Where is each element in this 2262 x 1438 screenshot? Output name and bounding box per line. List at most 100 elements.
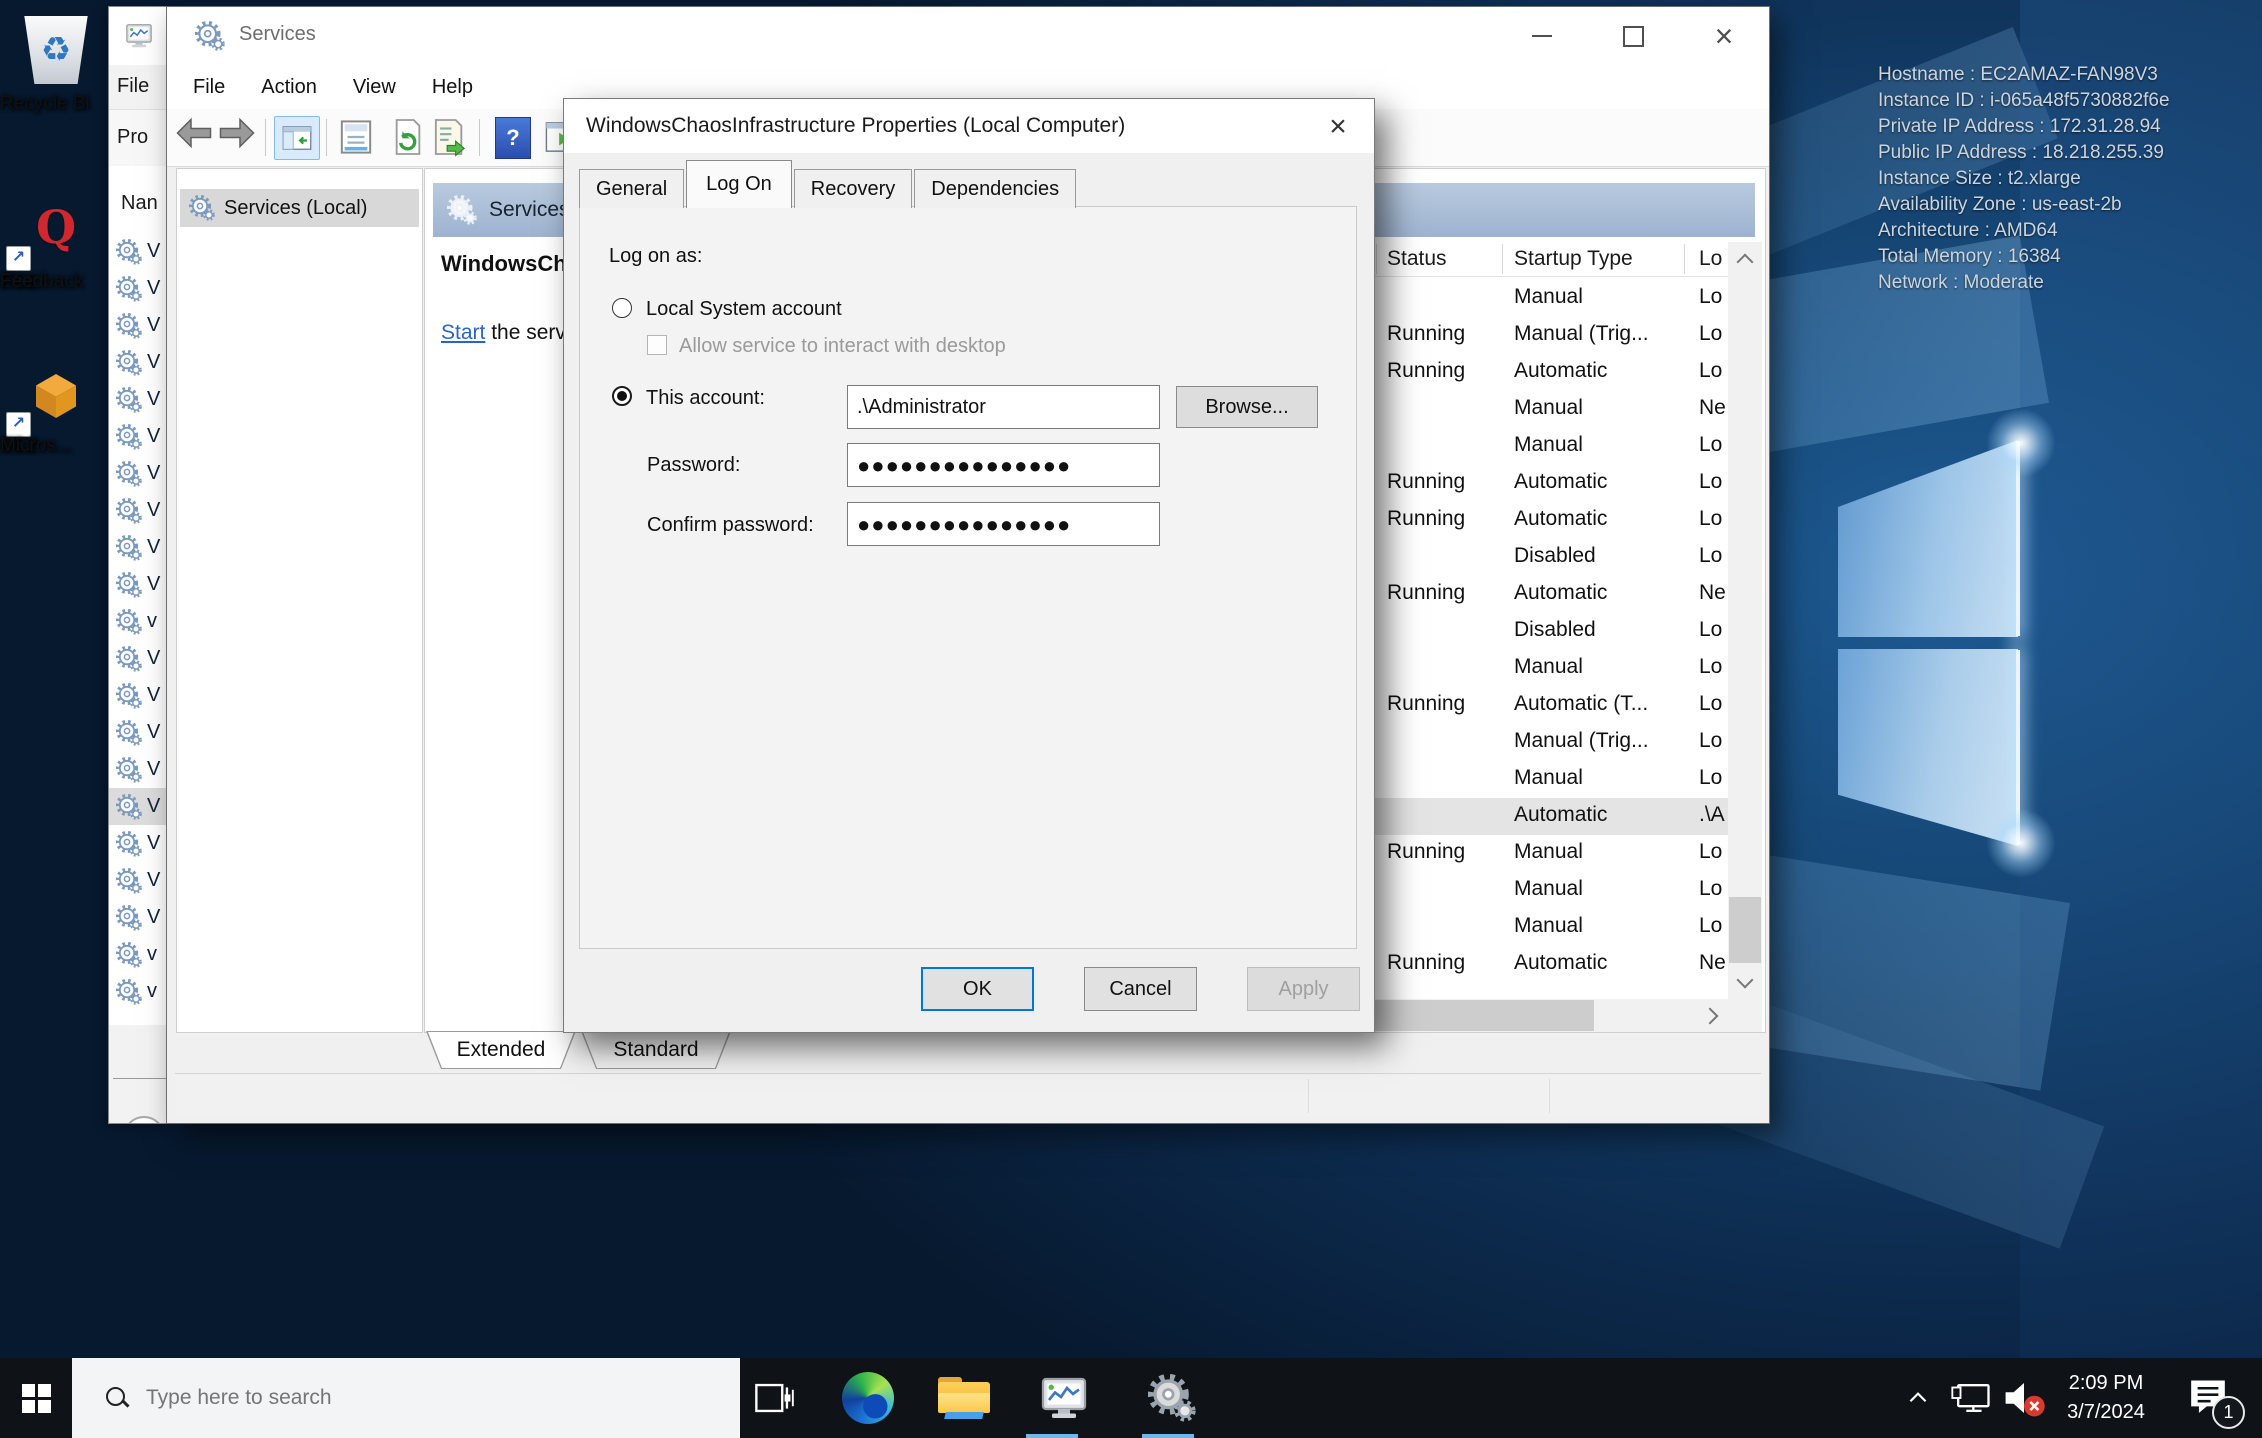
taskbar-search[interactable]	[72, 1358, 740, 1438]
service-row[interactable]: V	[109, 307, 167, 344]
local-system-radio[interactable]	[612, 298, 632, 318]
service-row[interactable]: V	[109, 344, 167, 381]
service-row[interactable]: V	[109, 455, 167, 492]
start-button[interactable]	[0, 1358, 72, 1438]
service-row[interactable]: V	[109, 751, 167, 788]
dialog-close-button[interactable]: ×	[1318, 109, 1358, 145]
background-window[interactable]: File Pro Nan V V V V V	[108, 6, 167, 1124]
column-header-status[interactable]: Status	[1387, 247, 1447, 271]
service-row[interactable]: V	[109, 899, 167, 936]
back-button[interactable]	[176, 117, 212, 149]
forward-button[interactable]	[219, 117, 255, 149]
refresh-button[interactable]	[391, 117, 425, 157]
menu-item[interactable]: Action	[243, 76, 335, 99]
service-row[interactable]: V	[109, 418, 167, 455]
dialog-tab[interactable]: Log On	[686, 160, 792, 208]
service-row[interactable]: V	[109, 492, 167, 529]
dialog-tab[interactable]: General	[579, 169, 684, 208]
service-row[interactable]: V	[109, 640, 167, 677]
tree-item-services-local[interactable]: Services (Local)	[180, 189, 419, 227]
service-row[interactable]: v	[109, 603, 167, 640]
minimize-button[interactable]	[1509, 7, 1575, 65]
service-row[interactable]: V	[109, 381, 167, 418]
close-button[interactable]: ×	[1691, 7, 1757, 65]
dialog-tab[interactable]: Recovery	[794, 169, 912, 208]
vertical-scroll-thumb[interactable]	[1729, 897, 1761, 963]
collapse-button[interactable]	[123, 1116, 165, 1124]
system-info-line: Hostname : EC2AMAZ-FAN98V3	[1878, 62, 2258, 88]
column-header-startup-type[interactable]: Startup Type	[1514, 247, 1633, 271]
view-tab[interactable]: Standard	[581, 1031, 731, 1069]
dialog-titlebar[interactable]: WindowsChaosInfrastructure Properties (L…	[564, 99, 1374, 153]
properties-button[interactable]	[339, 117, 373, 157]
service-row[interactable]: v	[109, 973, 167, 1010]
ok-button[interactable]: OK	[921, 967, 1034, 1011]
maximize-button[interactable]	[1600, 7, 1666, 65]
menu-file[interactable]: File	[117, 75, 149, 98]
this-account-radio[interactable]	[612, 386, 632, 406]
show-console-tree-button[interactable]	[274, 116, 320, 160]
scroll-up-button[interactable]	[1728, 242, 1762, 276]
cell-startup-type: Automatic	[1514, 951, 1607, 975]
service-name: V	[147, 462, 160, 485]
system-info-line: Public IP Address : 18.218.255.39	[1878, 140, 2258, 166]
scroll-down-button[interactable]	[1728, 965, 1762, 999]
service-row[interactable]: V	[109, 529, 167, 566]
confirm-password-input[interactable]	[847, 502, 1160, 546]
name-column-header[interactable]: Nan	[121, 192, 158, 215]
taskbar-clock[interactable]: 2:09 PM 3/7/2024	[2040, 1369, 2172, 1427]
start-service-link[interactable]: Start	[441, 321, 485, 344]
task-view-button[interactable]	[748, 1372, 800, 1424]
service-row[interactable]: V	[109, 862, 167, 899]
account-input[interactable]	[847, 385, 1160, 429]
cancel-button[interactable]: Cancel	[1084, 967, 1197, 1011]
service-row[interactable]: V	[109, 233, 167, 270]
windows-logo-icon	[22, 1384, 51, 1413]
local-system-label[interactable]: Local System account	[646, 298, 842, 321]
service-row[interactable]: V	[109, 677, 167, 714]
service-row[interactable]: V	[109, 714, 167, 751]
notification-count-badge[interactable]: 1	[2212, 1396, 2245, 1429]
open-app-indicator	[1142, 1434, 1194, 1438]
search-input[interactable]	[144, 1385, 708, 1411]
allow-desktop-checkbox[interactable]	[647, 335, 667, 355]
password-input[interactable]	[847, 443, 1160, 487]
file-explorer-button[interactable]	[938, 1372, 990, 1424]
vertical-scrollbar[interactable]	[1728, 242, 1762, 999]
titlebar[interactable]: Services ×	[167, 7, 1769, 65]
edge-browser-button[interactable]	[842, 1372, 894, 1424]
scroll-right-button[interactable]	[1694, 999, 1728, 1032]
network-tray-icon[interactable]	[1948, 1358, 1994, 1438]
desktop-icon-ec2-microsoft[interactable]: ↗ EC2 Micros...	[0, 372, 112, 434]
service-row[interactable]: V	[109, 270, 167, 307]
performance-monitor-button[interactable]	[1038, 1372, 1090, 1424]
column-header-log-on-as[interactable]: Lo	[1699, 247, 1722, 271]
service-row[interactable]: V	[109, 788, 167, 825]
service-row[interactable]: V	[109, 825, 167, 862]
cell-startup-type: Manual	[1514, 433, 1583, 457]
desktop-icon-ec2-feedback[interactable]: Q ↗ EC2 Feedback	[0, 204, 112, 270]
service-gear-icon	[116, 683, 142, 709]
background-service-list[interactable]: Nan V V V V V V	[109, 166, 167, 1025]
dialog-tab[interactable]: Dependencies	[914, 169, 1076, 208]
help-button[interactable]: ?	[495, 117, 531, 159]
service-row[interactable]: v	[109, 936, 167, 973]
service-gear-icon	[116, 498, 142, 524]
menu-item[interactable]: View	[335, 76, 414, 99]
windows-logo-glow	[1986, 408, 2056, 478]
view-tab[interactable]: Extended	[426, 1031, 576, 1069]
this-account-label[interactable]: This account:	[646, 387, 765, 410]
apply-button[interactable]: Apply	[1247, 967, 1360, 1011]
toolbar-separator	[326, 119, 327, 156]
browse-button[interactable]: Browse...	[1176, 386, 1318, 428]
desktop-icon-recycle-bin[interactable]: ♻ Recycle Bi	[0, 16, 112, 92]
menu-item[interactable]: File	[175, 76, 243, 99]
service-row[interactable]: V	[109, 566, 167, 603]
allow-desktop-label: Allow service to interact with desktop	[679, 335, 1006, 358]
cell-log-on-as: Lo	[1699, 507, 1722, 531]
cell-startup-type: Manual	[1514, 655, 1583, 679]
export-list-button[interactable]	[433, 117, 467, 157]
tray-expand-button[interactable]	[1900, 1358, 1936, 1438]
services-taskbar-button[interactable]	[1146, 1372, 1198, 1424]
menu-item[interactable]: Help	[414, 76, 491, 99]
